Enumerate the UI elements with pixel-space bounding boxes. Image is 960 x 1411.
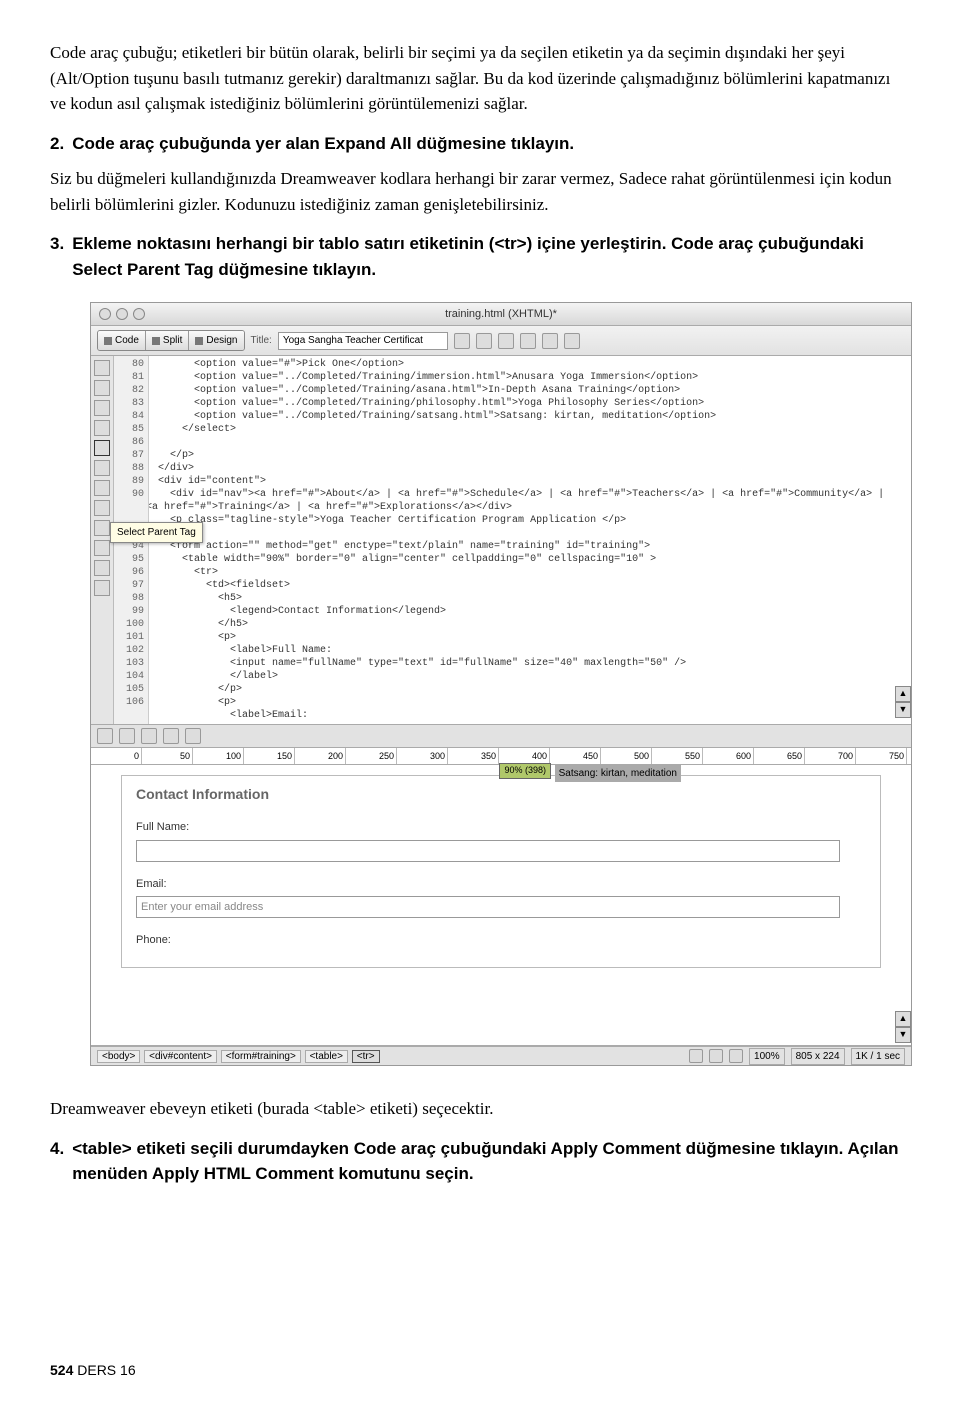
zoom-level[interactable]: 100% [749,1048,785,1065]
highlight-invalid-button[interactable] [94,500,110,516]
split-icon [152,337,160,345]
expand-all-button[interactable] [94,420,110,436]
step-4-number: 4. [50,1136,64,1187]
zoom-icon[interactable] [133,308,145,320]
hand-tool-icon[interactable] [709,1049,723,1063]
step-3-number: 3. [50,231,64,282]
tag-body[interactable]: <body> [97,1050,140,1063]
split-view-button[interactable]: Split [146,331,189,350]
step-2-text: Code araç çubuğunda yer alan Expand All … [72,131,910,157]
collapse-full-tag-button[interactable] [94,380,110,396]
design-scroll-down-icon[interactable]: ▼ [895,1027,911,1043]
tag-tr[interactable]: <tr> [352,1050,380,1063]
step-2-number: 2. [50,131,64,157]
divider-button-5[interactable] [185,728,201,744]
design-view[interactable]: 90% (398) Satsang: kirtan, meditation Co… [91,765,911,1046]
step-3-text: Ekleme noktasını herhangi bir tablo satı… [72,231,910,282]
tag-form-training[interactable]: <form#training> [221,1050,301,1063]
tag-table[interactable]: <table> [305,1050,348,1063]
minimize-icon[interactable] [116,308,128,320]
title-input[interactable] [278,332,448,350]
select-parent-tag-tooltip: Select Parent Tag [110,522,203,543]
divider-button-4[interactable] [163,728,179,744]
intro-paragraph: Code araç çubuğu; etiketleri bir bütün o… [50,40,910,117]
syntax-coloring-button[interactable] [94,520,110,536]
phone-label: Phone: [136,932,866,949]
divider-button-3[interactable] [141,728,157,744]
window-controls[interactable] [99,308,145,320]
code-content[interactable]: <option value="#">Pick One</option> <opt… [146,356,911,724]
window-titlebar: training.html (XHTML)* [91,303,911,326]
document-size: 1K / 1 sec [851,1048,905,1065]
tag-selector[interactable]: <body> <div#content> <form#training> <ta… [97,1049,381,1064]
view-switcher[interactable]: Code Split Design [97,330,245,351]
toolbar-button-3[interactable] [498,333,514,349]
toolbar-button-2[interactable] [476,333,492,349]
scroll-down-icon[interactable]: ▼ [895,702,911,718]
pointer-tool-icon[interactable] [689,1049,703,1063]
divider-button-2[interactable] [119,728,135,744]
balance-braces-button[interactable] [94,460,110,476]
open-documents-button[interactable] [94,360,110,376]
fieldset-legend: Contact Information [136,784,866,805]
contact-fieldset: Contact Information Full Name: Email: Ph… [121,775,881,968]
split-divider-bar [91,724,911,748]
window-size[interactable]: 805 x 224 [791,1048,845,1065]
collapse-selection-button[interactable] [94,400,110,416]
toolbar-button-5[interactable] [542,333,558,349]
line-numbers-button[interactable] [94,480,110,496]
close-icon[interactable] [99,308,111,320]
divider-button-1[interactable] [97,728,113,744]
code-view[interactable]: 80 81 82 83 84 85 86 87 88 89 90 93 94 9… [114,356,911,724]
design-scroll-up-icon[interactable]: ▲ [895,1011,911,1027]
design-view-button[interactable]: Design [189,331,243,350]
step-3: 3. Ekleme noktasını herhangi bir tablo s… [50,231,910,282]
zoom-tool-icon[interactable] [729,1049,743,1063]
fullname-input[interactable] [136,840,840,862]
email-input[interactable] [136,896,840,918]
apply-comment-button[interactable] [94,540,110,556]
title-label: Title: [251,333,272,348]
table-width-indicator: 90% (398) [499,763,551,779]
select-parent-tag-button[interactable] [94,440,110,456]
toolbar-button-6[interactable] [564,333,580,349]
select-option-display: Satsang: kirtan, meditation [555,765,681,782]
document-toolbar: Code Split Design Title: [91,326,911,356]
email-label: Email: [136,876,866,893]
fullname-label: Full Name: [136,819,866,836]
status-bar: <body> <div#content> <form#training> <ta… [91,1046,911,1065]
code-view-button[interactable]: Code [98,331,146,350]
explanation-paragraph: Siz bu düğmeleri kullandığınızda Dreamwe… [50,166,910,217]
result-paragraph: Dreamweaver ebeveyn etiketi (burada <tab… [50,1096,910,1122]
wrap-tag-button[interactable] [94,560,110,576]
scroll-up-icon[interactable]: ▲ [895,686,911,702]
code-icon [104,337,112,345]
page-footer: 524 DERS 16 [50,1360,136,1381]
recent-snippets-button[interactable] [94,580,110,596]
lesson-label: DERS 16 [77,1362,135,1378]
dreamweaver-screenshot: training.html (XHTML)* Code Split Design… [90,302,912,1066]
window-title: training.html (XHTML)* [445,306,557,323]
page-number: 524 [50,1362,73,1378]
step-4: 4. <table> etiketi seçili durumdayken Co… [50,1136,910,1187]
step-4-text: <table> etiketi seçili durumdayken Code … [72,1136,910,1187]
refresh-button[interactable] [520,333,536,349]
step-2: 2. Code araç çubuğunda yer alan Expand A… [50,131,910,157]
toolbar-button-1[interactable] [454,333,470,349]
tag-div-content[interactable]: <div#content> [144,1050,217,1063]
design-icon [195,337,203,345]
